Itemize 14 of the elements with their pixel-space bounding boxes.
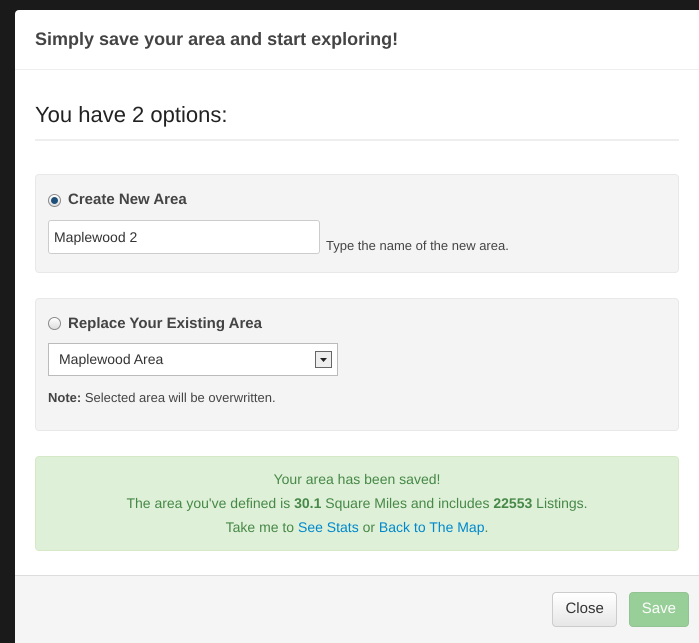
radio-button[interactable] xyxy=(48,317,61,330)
area-select[interactable]: Maplewood Area xyxy=(48,343,338,376)
option-label: Replace Your Existing Area xyxy=(68,314,262,334)
dialog-title: Simply save your area and start exploring! xyxy=(35,28,398,51)
alert-message: Your area has been saved! xyxy=(274,470,440,488)
alert-links-sentence: Take me to See Stats or Back to The Map. xyxy=(226,518,488,537)
option-label: Create New Area xyxy=(68,190,187,210)
overwrite-note: Note: Selected area will be overwritten. xyxy=(48,389,277,407)
area-name-field[interactable]: Maplewood 2 xyxy=(48,220,320,254)
field-hint: Type the name of the new area. xyxy=(326,237,509,255)
options-heading: You have 2 options: xyxy=(35,102,228,127)
radio-button[interactable] xyxy=(48,194,61,207)
alert-message: The area you've defined is 30.1 Square Miles and includes 22553 Listings. xyxy=(126,494,588,513)
close-button[interactable]: Close xyxy=(552,592,617,627)
